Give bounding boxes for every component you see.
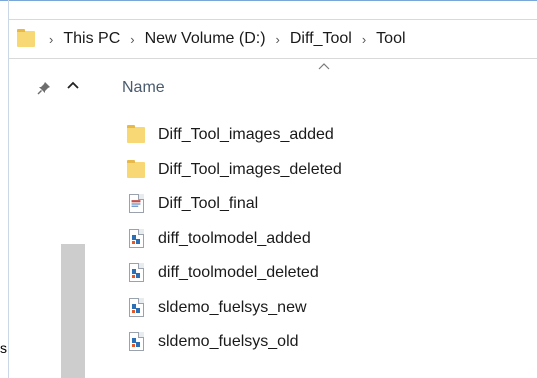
folder-icon <box>17 29 35 47</box>
list-item[interactable]: sldemo_fuelsys_new <box>126 291 526 326</box>
model-file-icon <box>126 297 148 319</box>
list-item[interactable]: Diff_Tool_images_added <box>126 118 526 153</box>
chevron-right-icon[interactable]: › <box>49 32 53 47</box>
scrollbar-thumb[interactable] <box>61 244 85 378</box>
report-file-icon <box>126 193 148 215</box>
breadcrumb-tool[interactable]: Tool <box>376 30 405 48</box>
truncated-nav-text: s <box>0 340 7 356</box>
pin-icon[interactable] <box>37 81 51 95</box>
file-name: diff_toolmodel_deleted <box>158 264 319 282</box>
sort-ascending-icon <box>318 63 330 70</box>
chevron-right-icon[interactable]: › <box>362 32 366 47</box>
folder-icon <box>126 159 148 181</box>
file-name: sldemo_fuelsys_old <box>158 333 299 351</box>
breadcrumb-new-volume[interactable]: New Volume (D:) <box>145 30 266 48</box>
breadcrumb-diff-tool[interactable]: Diff_Tool <box>290 30 352 48</box>
file-name: Diff_Tool_images_deleted <box>158 160 342 178</box>
list-item[interactable]: sldemo_fuelsys_old <box>126 325 526 360</box>
file-list: Diff_Tool_images_added Diff_Tool_images_… <box>126 118 526 360</box>
list-item[interactable]: diff_toolmodel_deleted <box>126 256 526 291</box>
model-file-icon <box>126 262 148 284</box>
address-bar[interactable]: › This PC › New Volume (D:) › Diff_Tool … <box>9 19 537 59</box>
file-name: diff_toolmodel_added <box>158 229 311 247</box>
scroll-up-arrow-icon[interactable] <box>66 80 80 90</box>
list-item[interactable]: Diff_Tool_images_deleted <box>126 153 526 188</box>
column-header-name[interactable]: Name <box>122 79 165 97</box>
file-name: Diff_Tool_images_added <box>158 126 334 144</box>
list-item[interactable]: Diff_Tool_final <box>126 187 526 222</box>
model-file-icon <box>126 228 148 250</box>
list-item[interactable]: diff_toolmodel_added <box>126 222 526 257</box>
model-file-icon <box>126 331 148 353</box>
navigation-pane <box>9 60 64 378</box>
breadcrumb-this-pc[interactable]: This PC <box>63 30 120 48</box>
folder-icon <box>126 124 148 146</box>
file-name: Diff_Tool_final <box>158 195 259 213</box>
chevron-right-icon[interactable]: › <box>276 32 280 47</box>
chevron-right-icon[interactable]: › <box>130 32 134 47</box>
window-top-border <box>0 0 537 1</box>
file-name: sldemo_fuelsys_new <box>158 298 307 316</box>
